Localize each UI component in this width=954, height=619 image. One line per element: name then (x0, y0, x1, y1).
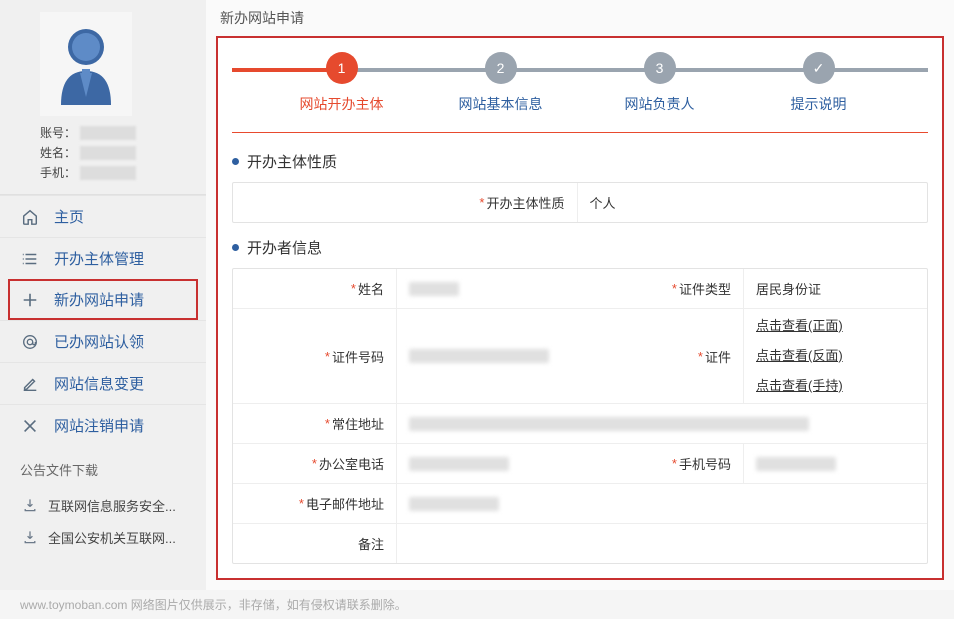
section-operator-title: 开办者信息 (232, 237, 928, 258)
doc-type-value: 居民身份证 (756, 279, 821, 298)
download-item-2[interactable]: 全国公安机关互联网... (20, 521, 186, 553)
phone-value-redacted (80, 166, 136, 180)
nav-site-cancel[interactable]: 网站注销申请 (0, 404, 206, 446)
profile-info: 账号： 姓名： 手机： (40, 124, 192, 181)
download-icon (20, 495, 40, 515)
addr-value-redacted (409, 417, 809, 431)
email-value-redacted (409, 497, 499, 511)
edit-icon (20, 374, 40, 394)
download-icon (20, 527, 40, 547)
section-entity-type-title: 开办主体性质 (232, 151, 928, 172)
doc-no-label: 证件号码 (332, 347, 384, 366)
step-2-label: 网站基本信息 (421, 94, 580, 114)
step-4-circle: ✓ (803, 52, 835, 84)
name-label: 姓名： (40, 144, 76, 161)
profile-block: 账号： 姓名： 手机： (0, 0, 206, 194)
step-1-circle: 1 (326, 52, 358, 84)
download-item-1-label: 互联网信息服务安全... (48, 496, 176, 515)
sidebar: 账号： 姓名： 手机： 主页 开办主体管理 (0, 0, 206, 590)
entity-type-value: 个人 (590, 193, 616, 212)
home-icon (20, 207, 40, 227)
nav-new-site-apply-label: 新办网站申请 (54, 289, 144, 310)
nav-entity-manage[interactable]: 开办主体管理 (0, 237, 206, 279)
office-tel-value-redacted (409, 457, 509, 471)
remark-value (397, 524, 927, 563)
account-label: 账号： (40, 124, 76, 141)
nav-site-change-label: 网站信息变更 (54, 373, 144, 394)
nav-home[interactable]: 主页 (0, 195, 206, 237)
step-indicator: 1 网站开办主体 2 网站基本信息 3 网站负责人 ✓ 提示说明 (232, 52, 928, 114)
download-item-1[interactable]: 互联网信息服务安全... (20, 489, 186, 521)
phone-label: 手机： (40, 164, 76, 181)
doc-link-hand[interactable]: 点击查看(手持) (756, 375, 843, 394)
step-2[interactable]: 2 网站基本信息 (421, 52, 580, 114)
doc-type-label: 证件类型 (679, 279, 731, 298)
divider-red (232, 132, 928, 133)
step-3-circle: 3 (644, 52, 676, 84)
nav-site-cancel-label: 网站注销申请 (54, 415, 144, 436)
step-2-circle: 2 (485, 52, 517, 84)
office-tel-label: 办公室电话 (319, 454, 384, 473)
name-field-label: 姓名 (358, 279, 384, 298)
content-panel: 1 网站开办主体 2 网站基本信息 3 网站负责人 ✓ 提示说明 开办主体性质 (216, 36, 944, 580)
step-4-label: 提示说明 (739, 94, 898, 114)
mobile-label: 手机号码 (679, 454, 731, 473)
name-value-redacted (80, 146, 136, 160)
nav-claim-site-label: 已办网站认领 (54, 331, 144, 352)
downloads-title: 公告文件下载 (20, 460, 186, 479)
downloads-block: 公告文件下载 互联网信息服务安全... 全国公安机关互联网... (0, 446, 206, 567)
avatar (40, 12, 132, 116)
section-entity-type: *开办主体性质 个人 (232, 182, 928, 223)
doc-label: 证件 (705, 347, 731, 366)
name-field-value-redacted (409, 282, 459, 296)
step-1[interactable]: 1 网站开办主体 (262, 52, 421, 114)
download-item-2-label: 全国公安机关互联网... (48, 528, 176, 547)
nav-claim-site[interactable]: 已办网站认领 (0, 320, 206, 362)
mobile-value-redacted (756, 457, 836, 471)
footer-note: www.toymoban.com 网络图片仅供展示，非存储，如有侵权请联系删除。 (0, 590, 954, 619)
nav-site-change[interactable]: 网站信息变更 (0, 362, 206, 404)
nav-entity-manage-label: 开办主体管理 (54, 248, 144, 269)
close-icon (20, 416, 40, 436)
plus-icon (20, 290, 40, 310)
addr-label: 常住地址 (332, 414, 384, 433)
main: 新办网站申请 1 网站开办主体 2 网站基本信息 3 网站负责人 ✓ (206, 0, 954, 590)
page-title: 新办网站申请 (206, 0, 954, 36)
doc-link-front[interactable]: 点击查看(正面) (756, 315, 843, 334)
avatar-icon (51, 23, 121, 105)
entity-type-label: 开办主体性质 (486, 193, 564, 212)
doc-link-back[interactable]: 点击查看(反面) (756, 345, 843, 364)
nav-home-label: 主页 (54, 206, 84, 227)
step-3-label: 网站负责人 (580, 94, 739, 114)
email-label: 电子邮件地址 (306, 494, 384, 513)
remark-label: 备注 (358, 534, 384, 553)
nav-new-site-apply[interactable]: 新办网站申请 (8, 279, 198, 320)
step-4[interactable]: ✓ 提示说明 (739, 52, 898, 114)
step-3[interactable]: 3 网站负责人 (580, 52, 739, 114)
at-icon (20, 332, 40, 352)
section-operator-info: *姓名 *证件类型 居民身份证 *证件号码 *证件 点击查看(正面) 点击查看(… (232, 268, 928, 564)
list-icon (20, 249, 40, 269)
doc-no-value-redacted (409, 349, 549, 363)
account-value-redacted (80, 126, 136, 140)
nav: 主页 开办主体管理 新办网站申请 已办网站认领 (0, 194, 206, 446)
step-1-label: 网站开办主体 (262, 94, 421, 114)
